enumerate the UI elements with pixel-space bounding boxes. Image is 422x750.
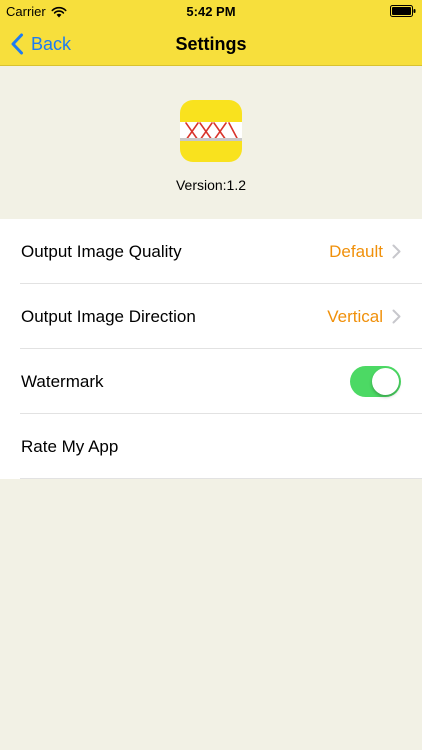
battery-icon bbox=[390, 5, 416, 17]
setting-watermark: Watermark bbox=[0, 349, 422, 414]
setting-label: Watermark bbox=[21, 371, 104, 391]
chevron-right-icon bbox=[392, 309, 401, 324]
watermark-toggle[interactable] bbox=[350, 366, 401, 397]
setting-value: Default bbox=[329, 241, 383, 261]
setting-label: Rate My App bbox=[21, 436, 119, 456]
app-header: Version:1.2 bbox=[0, 66, 422, 219]
app-logo-icon bbox=[180, 100, 242, 162]
setting-output-image-direction[interactable]: Output Image Direction Vertical bbox=[0, 284, 422, 349]
setting-label: Output Image Quality bbox=[21, 241, 182, 261]
setting-label: Output Image Direction bbox=[21, 306, 196, 326]
toggle-knob bbox=[372, 368, 399, 395]
status-time: 5:42 PM bbox=[186, 4, 236, 19]
page-title: Settings bbox=[175, 34, 247, 54]
settings-list: Output Image Quality Default Output Imag… bbox=[0, 219, 422, 479]
status-bar: Carrier 5:42 PM bbox=[0, 0, 422, 22]
setting-value: Vertical bbox=[327, 306, 383, 326]
app-version: Version:1.2 bbox=[175, 177, 247, 193]
chevron-right-icon bbox=[392, 244, 401, 259]
setting-output-image-quality[interactable]: Output Image Quality Default bbox=[0, 219, 422, 284]
setting-rate-my-app[interactable]: Rate My App bbox=[0, 414, 422, 479]
navigation-bar: Back Settings bbox=[0, 22, 422, 66]
top-bar: Carrier 5:42 PM Back Settings bbox=[0, 0, 422, 66]
